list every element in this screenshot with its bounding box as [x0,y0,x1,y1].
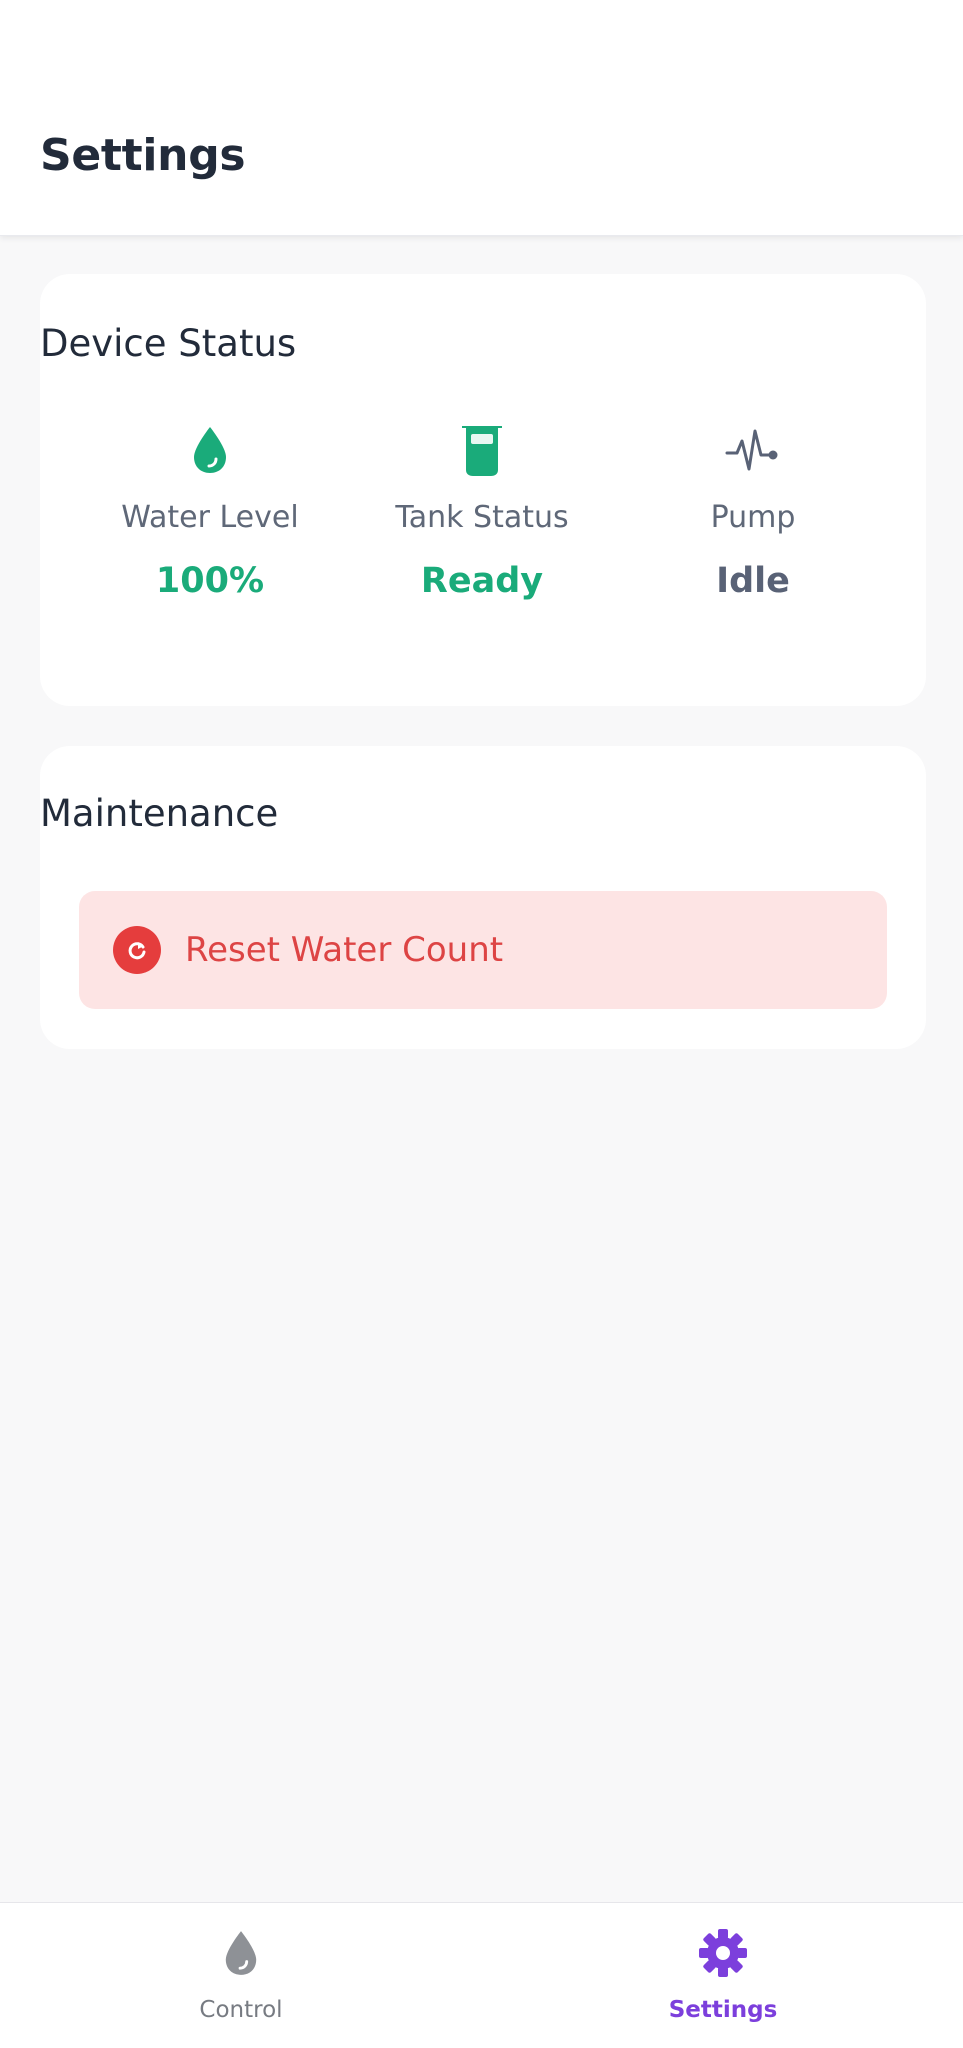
stat-tank-status: Tank Status Ready [342,420,622,601]
nav-label: Control [199,1997,283,2023]
stat-water-level: Water Level 100% [70,420,350,601]
pulse-icon [613,420,893,480]
stat-value: 100% [155,561,265,601]
beaker-icon [342,420,622,480]
bottom-nav: Control Settings [0,1902,963,2048]
gear-icon [613,1925,833,1981]
stat-value: Idle [716,561,790,601]
app-header: Settings [0,0,963,236]
nav-label: Settings [668,1997,778,2023]
page-title: Settings [40,130,246,181]
stat-label: Water Level [121,500,299,535]
water-drop-icon [131,1925,351,1981]
stat-pump: Pump Idle [613,420,893,601]
stat-value: Ready [420,561,544,601]
refresh-icon [113,926,161,974]
water-drop-icon [70,420,350,480]
device-status-title: Device Status [40,322,297,365]
reset-water-count-button[interactable]: Reset Water Count [79,891,887,1009]
nav-item-control[interactable]: Control [131,1925,351,2023]
reset-button-label: Reset Water Count [185,930,504,970]
maintenance-title: Maintenance [40,792,279,835]
nav-item-settings[interactable]: Settings [613,1925,833,2023]
stat-label: Pump [710,500,796,535]
stat-label: Tank Status [395,500,569,535]
